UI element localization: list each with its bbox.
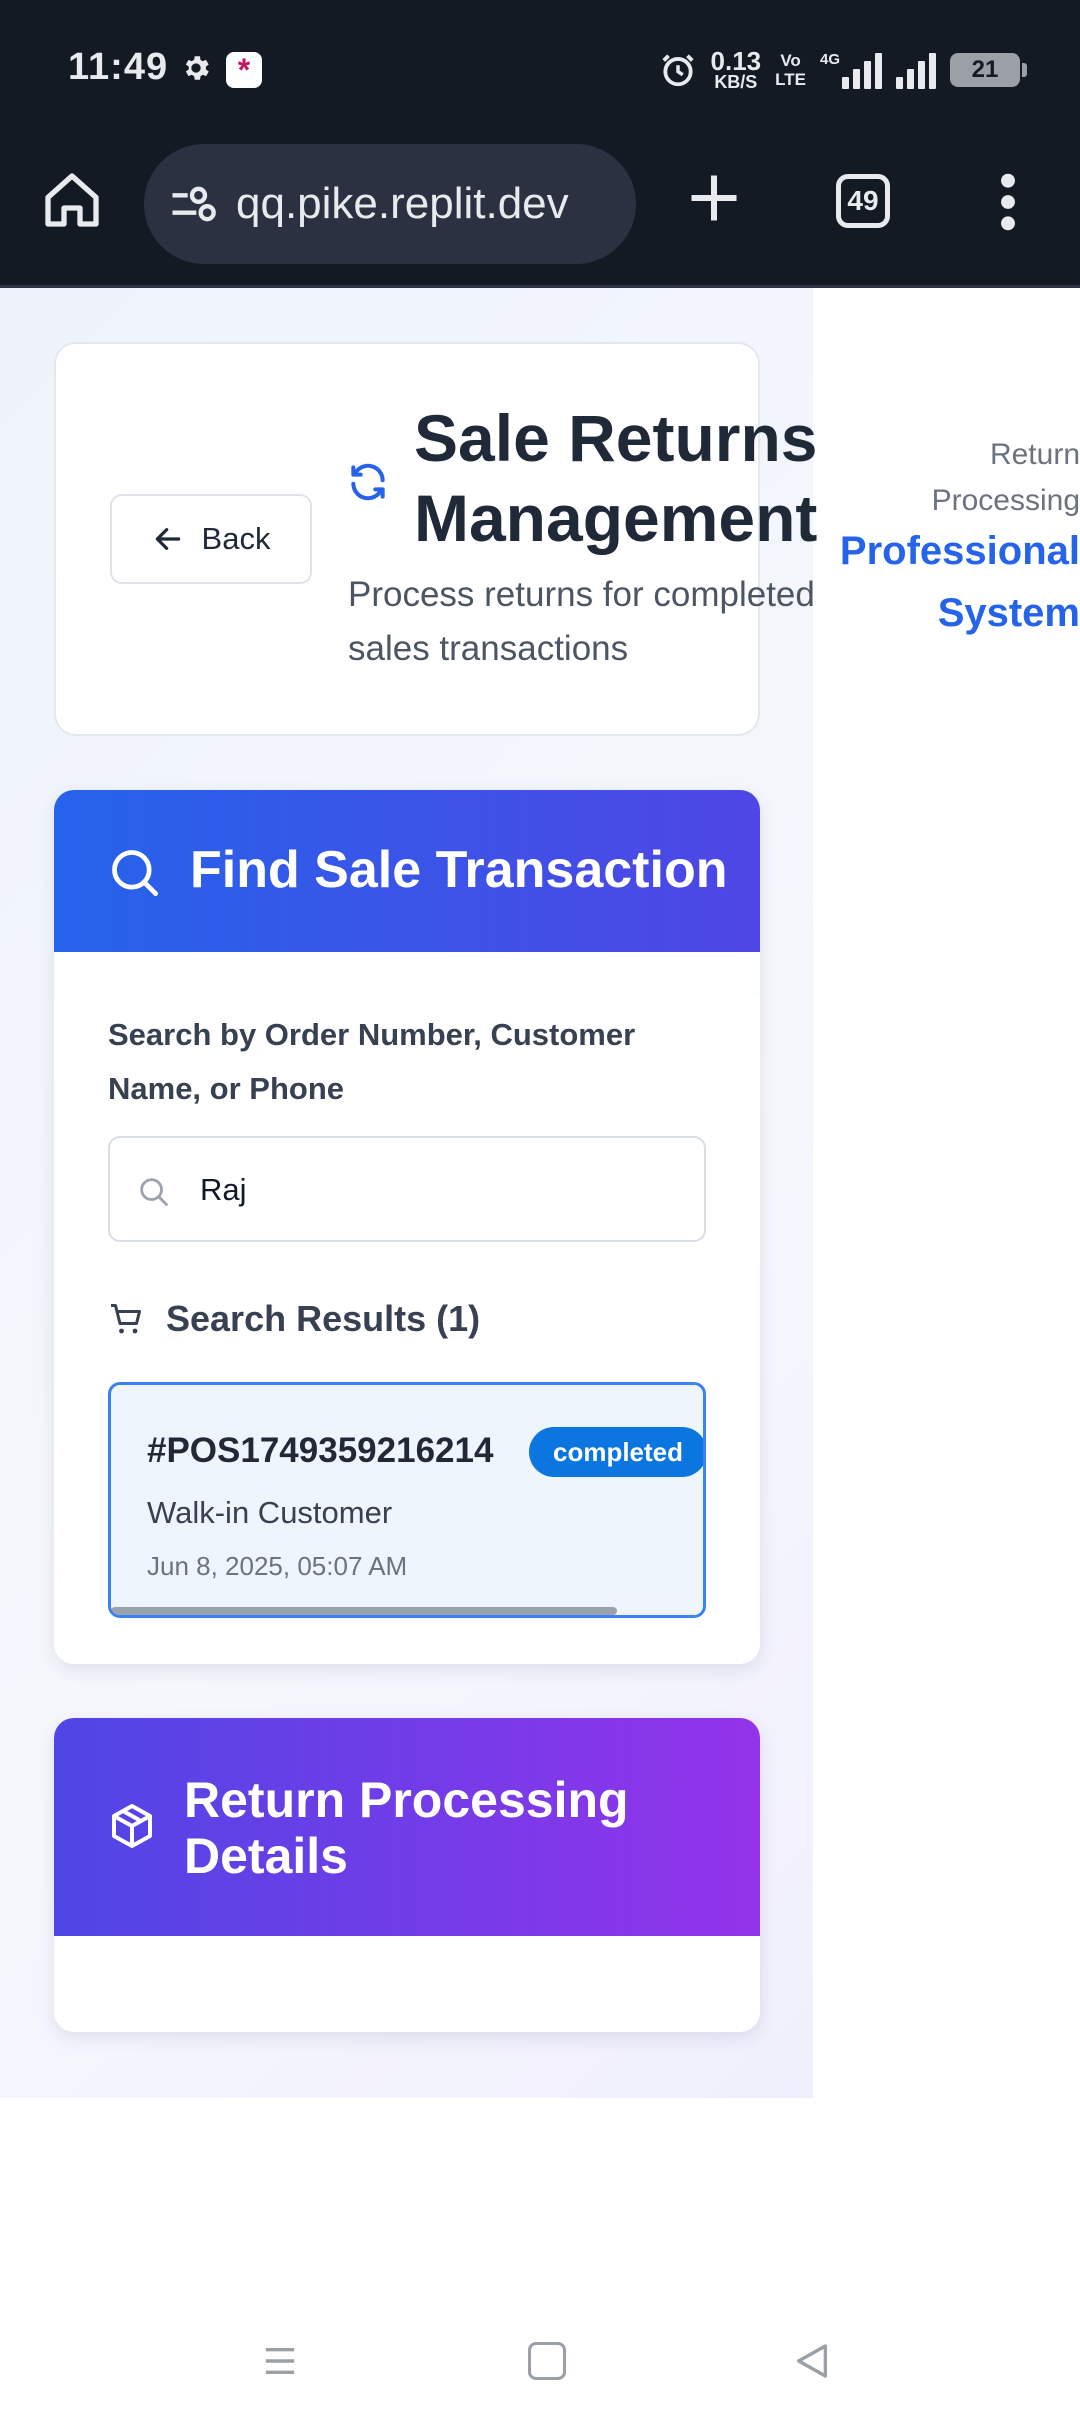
home-nav-icon[interactable] [528, 2342, 566, 2380]
page-title: Sale Returns Management [414, 401, 818, 555]
battery-icon: 21 [950, 53, 1027, 87]
refresh-icon [351, 463, 385, 501]
system-nav-bar [0, 2308, 1080, 2412]
back-nav-icon[interactable] [792, 2340, 832, 2382]
find-sale-title: Find Sale Transaction [190, 841, 728, 899]
network-speed: 0.13 KB/S [710, 46, 762, 92]
search-icon [112, 850, 159, 897]
page-subtitle: Process returns for completed sales tran… [348, 575, 815, 668]
search-label: Search by Order Number, Customer Name, o… [108, 1017, 636, 1106]
app-notification-icon: * [226, 52, 262, 88]
order-date: Jun 8, 2025, 05:07 AM [147, 1551, 408, 1581]
tune-icon[interactable] [166, 178, 218, 230]
order-number: #POS1749359216214 [147, 1431, 494, 1470]
find-sale-header: Find Sale Transaction [54, 790, 760, 952]
search-input[interactable] [200, 1158, 680, 1222]
result-item[interactable]: #POS1749359216214 completed Walk-in Cust… [108, 1382, 706, 1618]
plus-icon[interactable] [684, 168, 744, 228]
search-results-heading: Search Results (1) [108, 1298, 480, 1340]
volte-indicator: Vo LTE [775, 51, 806, 89]
cart-icon [111, 1304, 141, 1334]
home-icon[interactable] [40, 168, 104, 232]
back-button-label: Back [201, 521, 271, 556]
customer-name: Walk-in Customer [147, 1495, 393, 1530]
status-time: 11:49 [68, 46, 169, 88]
status-bar: 11:49 * 0.13 KB/S Vo LTE 4G 21 [0, 0, 1080, 140]
settings-gear-icon [185, 56, 209, 80]
recents-icon[interactable] [262, 2344, 298, 2378]
search-icon [140, 1178, 168, 1206]
url-text[interactable]: qq.pike.replit.dev [236, 179, 616, 229]
tab-switcher-button[interactable]: 49 [836, 174, 890, 228]
signal-strength-2-icon [896, 51, 936, 89]
search-results-label: Search Results (1) [166, 1298, 481, 1339]
alarm-icon [661, 54, 694, 87]
status-badge: completed [529, 1427, 703, 1477]
web-page: Back Sale Returns Management Process ret… [0, 288, 1080, 2308]
signal-strength-icon [842, 51, 882, 89]
arrow-left-icon [155, 528, 180, 550]
search-field[interactable] [108, 1136, 706, 1242]
address-bar[interactable]: qq.pike.replit.dev [144, 144, 636, 264]
return-processing-header: Return Processing Details [54, 1718, 760, 1936]
more-vert-icon[interactable] [994, 170, 1022, 234]
return-processing-title: Return Processing Details [184, 1772, 629, 1884]
side-heading: Professional System [839, 529, 1080, 635]
package-icon [112, 1804, 152, 1848]
browser-toolbar: qq.pike.replit.dev 49 [0, 140, 1080, 288]
network-type: 4G [819, 51, 840, 68]
return-processing-card: Return Processing Details [54, 1718, 760, 2032]
horizontal-scrollbar[interactable] [111, 1607, 617, 1615]
side-caption: Return Processing [931, 438, 1080, 517]
back-button[interactable]: Back [110, 494, 312, 584]
find-sale-card: Find Sale Transaction Search by Order Nu… [54, 790, 760, 1664]
